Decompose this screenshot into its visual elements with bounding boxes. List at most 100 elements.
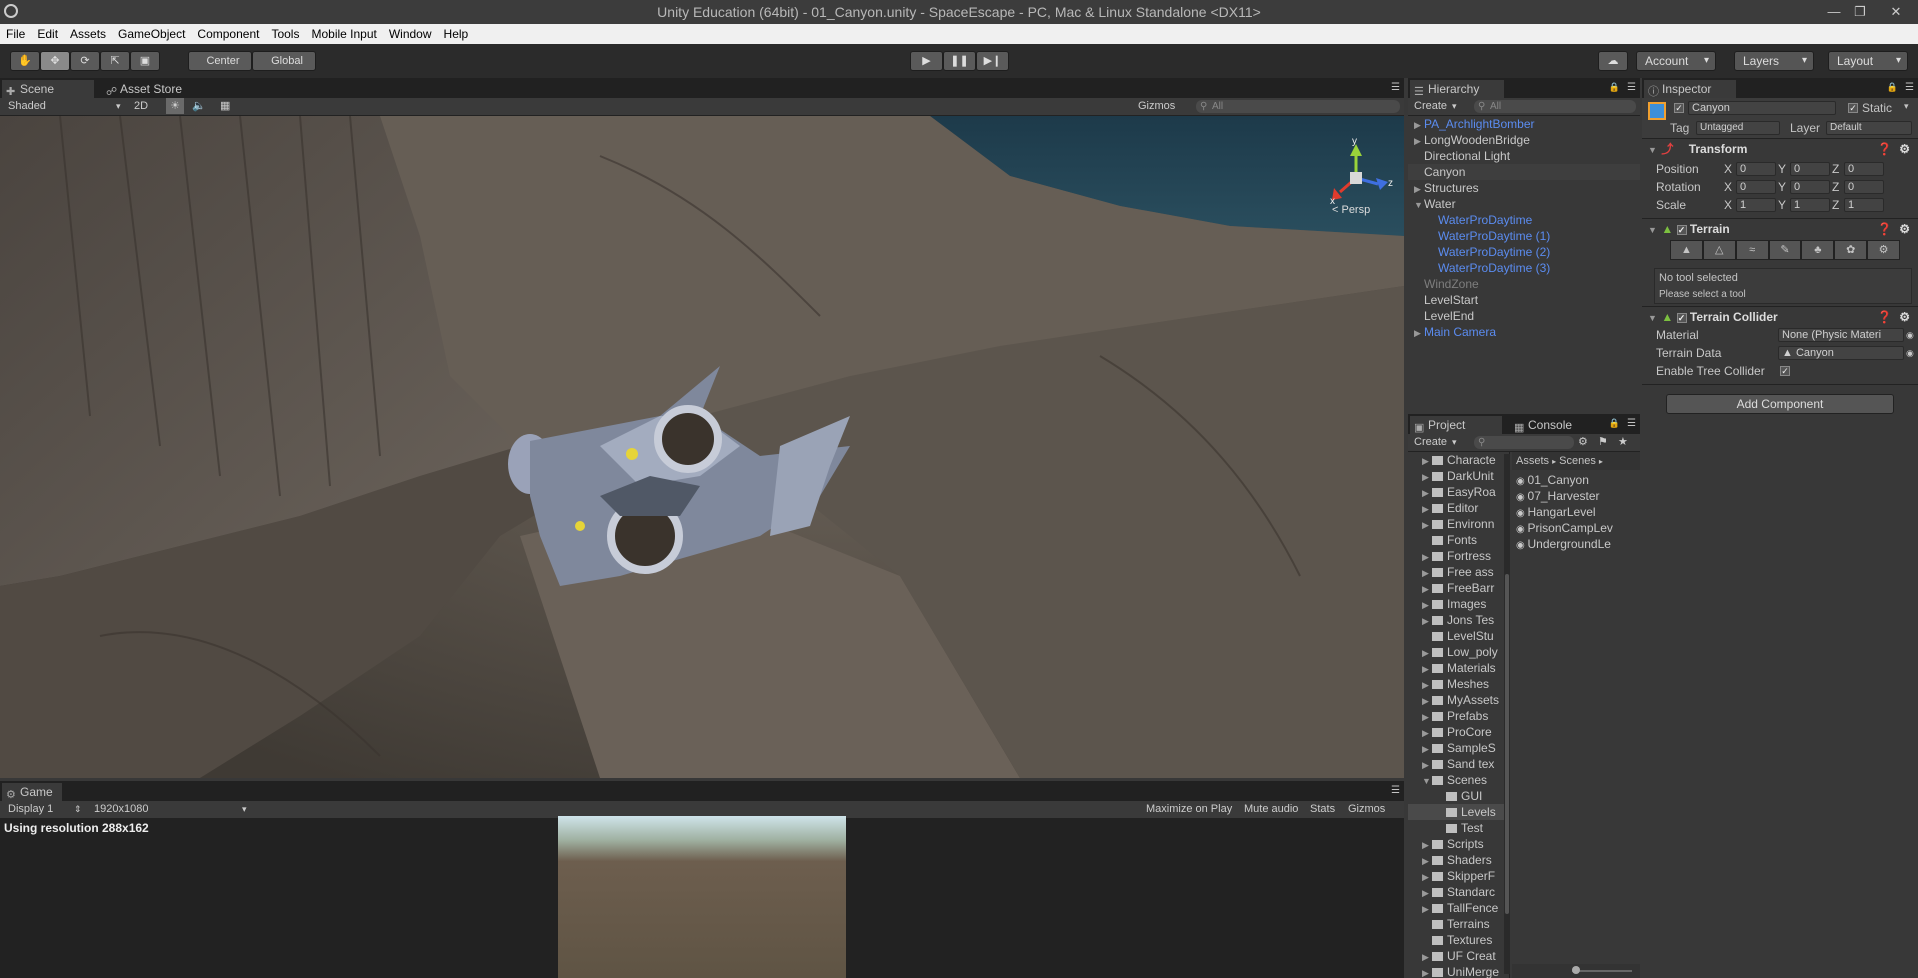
place-trees-icon[interactable]: ♣: [1801, 240, 1835, 260]
menu-edit[interactable]: Edit: [31, 24, 64, 44]
collapsed-arrow-icon[interactable]: ▶: [1422, 709, 1432, 724]
collapsed-arrow-icon[interactable]: ▶: [1422, 741, 1432, 756]
folder-item[interactable]: GUI: [1408, 788, 1509, 804]
terrain-settings-icon[interactable]: ⚙: [1867, 240, 1901, 260]
project-lock-icon[interactable]: 🔒: [1609, 418, 1620, 429]
collapsed-arrow-icon[interactable]: ▶: [1422, 965, 1432, 978]
folder-item[interactable]: Terrains: [1408, 916, 1509, 932]
folder-item[interactable]: ▶ Fortress: [1408, 548, 1509, 564]
project-create-button[interactable]: Create: [1414, 434, 1447, 451]
collapsed-arrow-icon[interactable]: ▶: [1422, 757, 1432, 772]
inspector-lock-icon[interactable]: 🔒: [1887, 82, 1898, 93]
rotate-tool-button[interactable]: ⟳: [70, 51, 100, 71]
mute-audio-toggle[interactable]: Mute audio: [1244, 801, 1298, 818]
folder-tree-scrollbar[interactable]: [1504, 454, 1510, 974]
material-field[interactable]: None (Physic Materi: [1778, 328, 1904, 342]
folder-item[interactable]: ▶ Materials: [1408, 660, 1509, 676]
transform-x-field[interactable]: 0: [1736, 180, 1776, 194]
transform-z-field[interactable]: 0: [1844, 162, 1884, 176]
tag-dropdown[interactable]: Untagged: [1696, 121, 1780, 135]
help-icon[interactable]: ❓: [1877, 139, 1892, 159]
transform-z-field[interactable]: 1: [1844, 198, 1884, 212]
transform-y-field[interactable]: 0: [1790, 162, 1830, 176]
maximize-on-play-toggle[interactable]: Maximize on Play: [1146, 801, 1232, 818]
move-tool-button[interactable]: ✥: [40, 51, 70, 71]
hierarchy-item[interactable]: ▶ Main Camera: [1408, 324, 1640, 340]
expanded-arrow-icon[interactable]: ▼: [1422, 773, 1432, 788]
hierarchy-item[interactable]: ▶ LongWoodenBridge: [1408, 132, 1640, 148]
stats-toggle[interactable]: Stats: [1310, 801, 1335, 818]
collapsed-arrow-icon[interactable]: ▶: [1414, 133, 1424, 149]
close-icon[interactable]: ✕: [1884, 0, 1908, 24]
collapsed-arrow-icon[interactable]: ▶: [1422, 725, 1432, 740]
filter-label-icon[interactable]: ⚑: [1598, 434, 1608, 451]
static-checkbox[interactable]: ✓: [1848, 103, 1858, 113]
scene-file-item[interactable]: ◉ 01_Canyon: [1512, 472, 1640, 488]
collider-help-icon[interactable]: ❓: [1877, 307, 1892, 327]
menu-assets[interactable]: Assets: [64, 24, 112, 44]
folder-item[interactable]: ▶ UniMerge: [1408, 964, 1509, 978]
collapsed-arrow-icon[interactable]: ▶: [1422, 469, 1432, 484]
collapsed-arrow-icon[interactable]: ▶: [1414, 117, 1424, 133]
collapsed-arrow-icon[interactable]: ▶: [1422, 517, 1432, 532]
folder-item[interactable]: ▶ ProCore: [1408, 724, 1509, 740]
collapsed-arrow-icon[interactable]: ▶: [1422, 549, 1432, 564]
game-gizmos-dropdown[interactable]: Gizmos: [1348, 801, 1385, 818]
collapsed-arrow-icon[interactable]: ▶: [1422, 661, 1432, 676]
collapsed-arrow-icon[interactable]: ▶: [1422, 565, 1432, 580]
lighting-toggle-icon[interactable]: ☀: [166, 98, 184, 114]
play-button[interactable]: ▶: [910, 51, 943, 71]
lock-icon[interactable]: 🔒: [1609, 82, 1620, 93]
expanded-arrow-icon[interactable]: ▼: [1414, 197, 1424, 213]
tab-project[interactable]: ▣ Project: [1410, 416, 1502, 434]
folder-item[interactable]: ▶ SkipperF: [1408, 868, 1509, 884]
audio-toggle-icon[interactable]: 🔈: [192, 98, 206, 115]
terrain-header[interactable]: ▼ ▲ ✓ Terrain ❓ ⚙: [1642, 218, 1918, 238]
panel-menu-icon[interactable]: ☰: [1391, 82, 1400, 93]
2d-toggle[interactable]: 2D: [134, 98, 148, 115]
hierarchy-create-button[interactable]: Create: [1414, 98, 1447, 115]
folder-item[interactable]: ▶ UF Creat: [1408, 948, 1509, 964]
hierarchy-item[interactable]: ▶ Structures: [1408, 180, 1640, 196]
menu-window[interactable]: Window: [383, 24, 438, 44]
tab-inspector[interactable]: ⓘ Inspector: [1644, 80, 1736, 98]
paint-texture-icon[interactable]: ✎: [1768, 240, 1802, 260]
folder-item[interactable]: ▶ Scripts: [1408, 836, 1509, 852]
collapsed-arrow-icon[interactable]: ▶: [1422, 677, 1432, 692]
scale-tool-button[interactable]: ⇱: [100, 51, 130, 71]
tab-hierarchy[interactable]: ☰ Hierarchy: [1410, 80, 1504, 98]
terrain-help-icon[interactable]: ❓: [1877, 219, 1892, 239]
project-menu-icon[interactable]: ☰: [1627, 418, 1636, 429]
menu-help[interactable]: Help: [438, 24, 475, 44]
favorites-star-icon[interactable]: ★: [1618, 434, 1628, 451]
hierarchy-menu-icon[interactable]: ☰: [1627, 82, 1636, 93]
filter-type-icon[interactable]: ⚙: [1578, 434, 1588, 451]
collapsed-arrow-icon[interactable]: ▶: [1422, 885, 1432, 900]
collapsed-arrow-icon[interactable]: ▶: [1422, 645, 1432, 660]
folder-item[interactable]: ▼ Scenes: [1408, 772, 1509, 788]
transform-y-field[interactable]: 0: [1790, 180, 1830, 194]
scene-file-item[interactable]: ◉ 07_Harvester: [1512, 488, 1640, 504]
folder-item[interactable]: ▶ Free ass: [1408, 564, 1509, 580]
minimize-icon[interactable]: —: [1822, 0, 1846, 24]
smooth-height-icon[interactable]: ≈: [1735, 240, 1769, 260]
project-search-input[interactable]: ⚲: [1474, 436, 1574, 449]
collapsed-arrow-icon[interactable]: ▶: [1422, 453, 1432, 468]
layer-dropdown[interactable]: Default: [1826, 121, 1912, 135]
resolution-dropdown[interactable]: 1920x1080: [94, 801, 148, 818]
hand-tool-button[interactable]: ✋: [10, 51, 40, 71]
layers-dropdown[interactable]: Layers: [1734, 51, 1814, 71]
folder-item[interactable]: ▶ EasyRoa: [1408, 484, 1509, 500]
hierarchy-item[interactable]: WaterProDaytime (1): [1408, 228, 1640, 244]
effects-toggle-icon[interactable]: ▦: [220, 98, 230, 115]
rect-tool-button[interactable]: ▣: [130, 51, 160, 71]
breadcrumb-assets[interactable]: Assets: [1516, 455, 1549, 467]
folder-item[interactable]: ▶ Prefabs: [1408, 708, 1509, 724]
folder-item[interactable]: ▶ DarkUnit: [1408, 468, 1509, 484]
zoom-slider[interactable]: [1572, 966, 1632, 974]
layout-dropdown[interactable]: Layout: [1828, 51, 1908, 71]
hierarchy-item[interactable]: WindZone: [1408, 276, 1640, 292]
folder-item[interactable]: ▶ FreeBarr: [1408, 580, 1509, 596]
transform-y-field[interactable]: 1: [1790, 198, 1830, 212]
restore-icon[interactable]: ❐: [1848, 0, 1872, 24]
